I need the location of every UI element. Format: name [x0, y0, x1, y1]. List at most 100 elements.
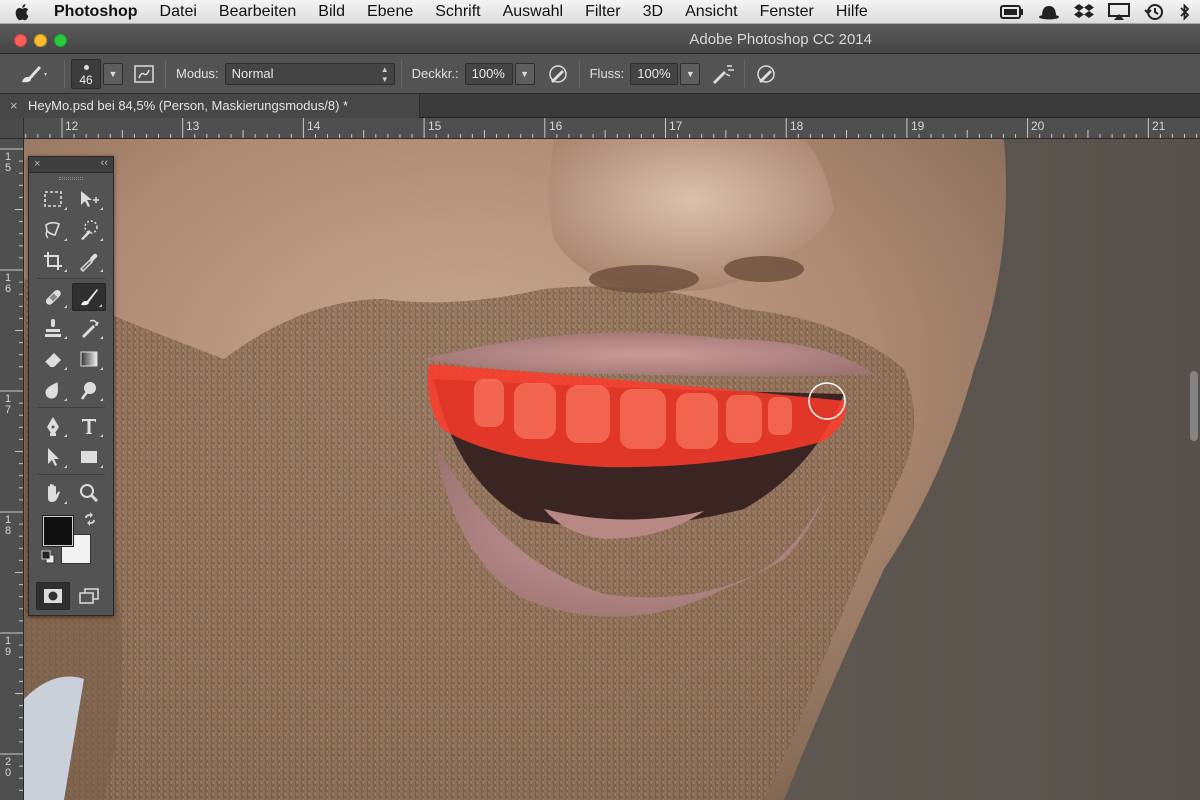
- dodge-tool[interactable]: [72, 376, 106, 404]
- rectangular-marquee-tool[interactable]: [36, 185, 70, 213]
- clone-stamp-tool[interactable]: [36, 314, 70, 342]
- opacity-input[interactable]: 100%: [464, 62, 513, 85]
- airbrush-icon: [713, 64, 735, 84]
- tools-panel: × ‹‹: [28, 156, 114, 616]
- eyedropper-icon: [79, 253, 98, 272]
- ruler-origin[interactable]: [0, 118, 24, 139]
- tools-panel-header[interactable]: × ‹‹: [29, 157, 113, 173]
- options-separator: [744, 59, 746, 88]
- horizontal-ruler[interactable]: 12 13 14 15 16 17 18 19 20 21: [24, 118, 1200, 139]
- select-arrows-icon: ▲ ▼: [380, 64, 389, 84]
- menu-schrift[interactable]: Schrift: [424, 0, 491, 24]
- gradient-tool[interactable]: [72, 345, 106, 373]
- ruler-h-label: 20: [1031, 119, 1045, 133]
- eyedropper-tool[interactable]: [72, 247, 106, 275]
- healing-brush-tool[interactable]: [36, 283, 70, 311]
- type-tool[interactable]: [72, 412, 106, 440]
- brush-size-picker[interactable]: 46: [71, 58, 101, 89]
- panel-grip[interactable]: [29, 173, 113, 183]
- menubar-status-area: [1000, 0, 1192, 24]
- foreground-color-swatch[interactable]: [42, 515, 74, 547]
- quick-mask-mode-button[interactable]: [36, 581, 70, 610]
- eraser-tool[interactable]: [36, 345, 70, 373]
- window-zoom-button[interactable]: [54, 34, 67, 47]
- hand-tool[interactable]: [36, 479, 70, 507]
- quick-mask-icon: [44, 588, 62, 603]
- pressure-opacity-toggle[interactable]: [543, 59, 573, 89]
- path-selection-icon: [48, 447, 59, 466]
- ruler-h-label: 18: [790, 119, 804, 133]
- menu-bearbeiten[interactable]: Bearbeiten: [208, 0, 307, 24]
- zoom-tool[interactable]: [72, 479, 106, 507]
- opacity-dropdown[interactable]: ▼: [514, 62, 535, 85]
- bluetooth-icon[interactable]: [1178, 3, 1192, 21]
- path-selection-tool[interactable]: [36, 443, 70, 471]
- menu-hilfe[interactable]: Hilfe: [825, 0, 879, 24]
- lasso-tool[interactable]: [36, 216, 70, 244]
- options-separator: [400, 59, 402, 88]
- history-brush-icon: [82, 319, 99, 338]
- blend-mode-select[interactable]: Normal ▲ ▼: [224, 62, 395, 85]
- window-close-button[interactable]: [14, 34, 27, 47]
- rectangle-shape-tool[interactable]: [72, 443, 106, 471]
- graphics-card-icon[interactable]: [1000, 3, 1024, 21]
- brush-tool[interactable]: [72, 282, 106, 311]
- tool-preset-picker[interactable]: [8, 59, 58, 89]
- ruler-h-label: 19: [911, 119, 925, 133]
- document-tab-title: HeyMo.psd bei 84,5% (Person, Maskierungs…: [28, 98, 349, 113]
- options-separator: [165, 59, 166, 88]
- stamp-icon: [45, 318, 61, 337]
- ruler-h-label: 14: [307, 119, 321, 133]
- menu-auswahl[interactable]: Auswahl: [492, 0, 574, 24]
- airbrush-toggle[interactable]: [708, 59, 738, 89]
- swap-colors-icon[interactable]: [83, 512, 97, 526]
- menu-3d[interactable]: 3D: [632, 0, 674, 24]
- brush-panel-toggle[interactable]: [129, 59, 159, 89]
- hat-icon[interactable]: [1038, 3, 1060, 21]
- menu-ebene[interactable]: Ebene: [356, 0, 424, 24]
- flow-input[interactable]: 100%: [630, 62, 679, 85]
- menu-fenster[interactable]: Fenster: [749, 0, 825, 24]
- window-minimize-button[interactable]: [34, 34, 47, 47]
- collapse-panel-icon[interactable]: ‹‹: [101, 157, 108, 169]
- airplay-icon[interactable]: [1108, 3, 1130, 21]
- vertical-scrollbar[interactable]: [1190, 371, 1198, 441]
- pen-tool[interactable]: [36, 412, 70, 440]
- time-machine-icon[interactable]: [1144, 3, 1164, 21]
- mac-menubar: Photoshop Datei Bearbeiten Bild Ebene Sc…: [0, 0, 1200, 24]
- default-colors-icon[interactable]: [41, 550, 55, 564]
- document-tab[interactable]: × HeyMo.psd bei 84,5% (Person, Maskierun…: [0, 94, 420, 118]
- pressure-size-toggle[interactable]: [751, 59, 781, 89]
- pen-pressure-icon: [548, 64, 567, 83]
- crop-tool[interactable]: [36, 247, 70, 275]
- options-separator: [64, 59, 65, 88]
- close-panel-icon[interactable]: ×: [34, 158, 40, 170]
- options-separator: [578, 59, 580, 88]
- ruler-v-label: 20: [4, 756, 12, 779]
- dropbox-icon[interactable]: [1074, 3, 1094, 21]
- quick-selection-icon: [81, 219, 98, 240]
- screen-mode-button[interactable]: [72, 582, 106, 610]
- marquee-icon: [44, 190, 62, 207]
- history-brush-tool[interactable]: [72, 314, 106, 342]
- apple-menu-icon[interactable]: [0, 0, 46, 24]
- opacity-label: Deckkr.:: [411, 66, 459, 81]
- color-swatches: [29, 508, 113, 578]
- blur-tool[interactable]: [36, 376, 70, 404]
- vertical-ruler[interactable]: 15 16 17 18 19 20: [0, 139, 24, 800]
- ruler-v-label: 18: [4, 514, 12, 537]
- menu-ansicht[interactable]: Ansicht: [674, 0, 748, 24]
- crop-icon: [44, 251, 62, 270]
- flow-dropdown[interactable]: ▼: [680, 62, 701, 85]
- ruler-v-label: 19: [4, 635, 12, 658]
- quick-selection-tool[interactable]: [72, 216, 106, 244]
- menu-bild[interactable]: Bild: [307, 0, 356, 24]
- menu-photoshop[interactable]: Photoshop: [46, 0, 149, 24]
- close-tab-icon[interactable]: ×: [10, 94, 18, 118]
- ruler-v-label: 16: [4, 272, 12, 295]
- menu-filter[interactable]: Filter: [574, 0, 632, 24]
- document-canvas[interactable]: [24, 139, 1200, 800]
- brush-size-dropdown[interactable]: ▼: [103, 62, 123, 85]
- menu-datei[interactable]: Datei: [149, 0, 208, 24]
- move-tool[interactable]: [72, 185, 106, 213]
